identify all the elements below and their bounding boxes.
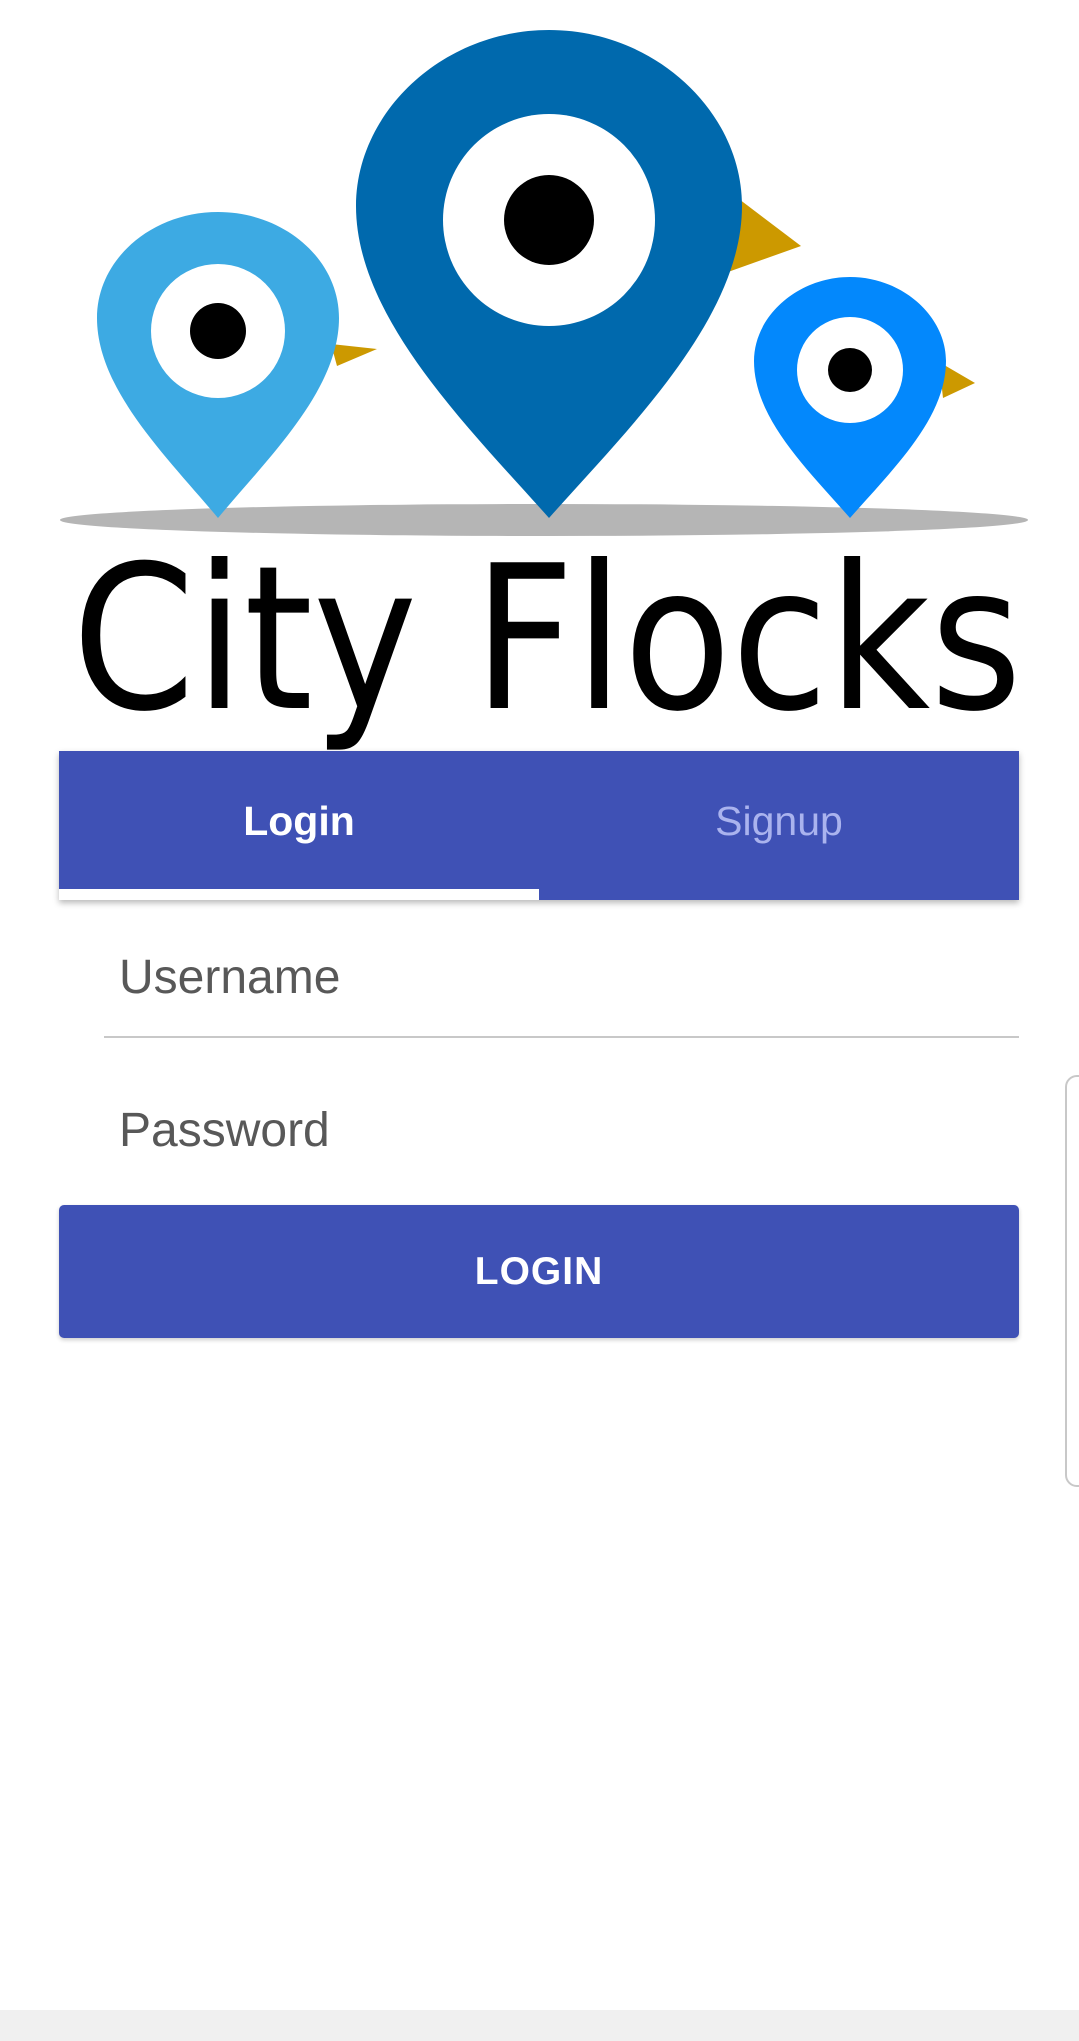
app-wordmark: City Flocks xyxy=(72,523,1022,756)
login-button[interactable]: LOGIN xyxy=(59,1205,1019,1338)
active-tab-indicator xyxy=(59,889,539,900)
bird-pin-icon-left xyxy=(97,212,377,518)
tab-signup[interactable]: Signup xyxy=(539,751,1019,900)
username-field-container xyxy=(104,918,1019,1038)
city-flocks-logo: City Flocks xyxy=(60,30,1028,756)
bird-pin-icon-right xyxy=(754,277,975,518)
tab-signup-label: Signup xyxy=(715,798,843,844)
password-input[interactable] xyxy=(104,1070,1019,1190)
tab-login-label: Login xyxy=(243,798,355,844)
bird-pin-icon-center xyxy=(356,30,801,518)
password-field-container xyxy=(104,1070,1019,1190)
tab-login[interactable]: Login xyxy=(59,751,539,900)
edge-panel-handle[interactable] xyxy=(1065,1075,1079,1487)
system-navigation-bar xyxy=(0,2010,1079,2041)
auth-tab-bar: Login Signup xyxy=(59,751,1019,900)
username-input[interactable] xyxy=(104,918,1019,1036)
